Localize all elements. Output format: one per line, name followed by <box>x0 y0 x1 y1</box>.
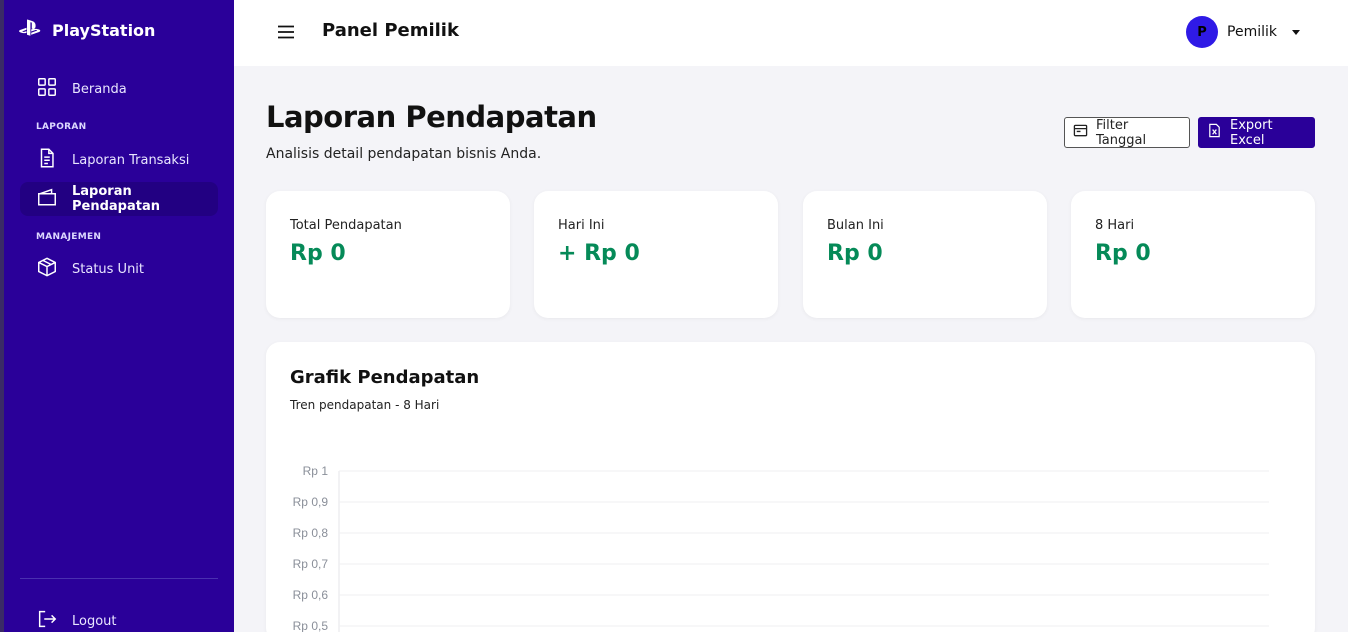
stat-card-month: Bulan Ini Rp 0 <box>803 191 1047 318</box>
sidebar-item-label: Beranda <box>72 81 127 97</box>
avatar: P <box>1186 16 1219 48</box>
sidebar-item-label: Laporan Pendapatan <box>72 184 160 214</box>
stat-value: + Rp 0 <box>558 241 640 266</box>
y-tick-label: Rp 1 <box>303 464 329 478</box>
y-tick-label: Rp 0,8 <box>293 526 329 540</box>
y-tick-label: Rp 0,6 <box>293 588 329 602</box>
caret-down-icon <box>1292 29 1300 35</box>
sidebar-item-laporan-pendapatan[interactable]: Laporan Pendapatan <box>20 182 218 216</box>
sidebar-item-beranda[interactable]: Beranda <box>20 72 218 106</box>
stat-card-today: Hari Ini + Rp 0 <box>534 191 778 318</box>
panel-title: Panel Pemilik <box>322 20 459 41</box>
topbar: Panel Pemilik P Pemilik <box>234 0 1348 66</box>
excel-file-icon <box>1207 123 1222 142</box>
stat-value: Rp 0 <box>290 241 346 266</box>
stat-label: 8 Hari <box>1095 218 1135 233</box>
user-menu[interactable]: P Pemilik <box>1186 16 1300 48</box>
sidebar-item-status-unit[interactable]: Status Unit <box>20 252 218 286</box>
box-icon <box>36 256 58 282</box>
page-subtitle: Analisis detail pendapatan bisnis Anda. <box>266 146 542 162</box>
y-tick-label: Rp 0,7 <box>293 557 329 571</box>
chart-card: Grafik Pendapatan Tren pendapatan - 8 Ha… <box>266 342 1315 632</box>
sidebar-item-label: Laporan Transaksi <box>72 152 190 168</box>
sidebar-item-label: Status Unit <box>72 261 145 277</box>
section-label-manajemen: MANAJEMEN <box>36 232 102 242</box>
document-icon <box>36 147 58 173</box>
logout-icon <box>36 608 58 632</box>
export-excel-label: Export Excel <box>1230 117 1273 148</box>
logout-button[interactable]: Logout <box>20 604 218 632</box>
sidebar: PlayStation Beranda LAPORAN Laporan Tran… <box>0 0 234 632</box>
playstation-logo-icon <box>18 16 42 44</box>
filter-date-label: Filter Tanggal <box>1096 117 1147 148</box>
page-title: Laporan Pendapatan <box>266 100 597 134</box>
filter-date-button[interactable]: Filter Tanggal <box>1064 117 1190 148</box>
stat-card-total: Total Pendapatan Rp 0 <box>266 191 510 318</box>
revenue-chart: Rp 1 Rp 0,9 Rp 0,8 Rp 0,7 Rp 0,6 Rp 0,5 <box>293 464 1269 632</box>
section-label-laporan: LAPORAN <box>36 122 87 132</box>
stat-label: Total Pendapatan <box>290 218 402 233</box>
wallet-icon <box>36 186 58 212</box>
grid-icon <box>36 76 58 102</box>
y-tick-label: Rp 0,9 <box>293 495 329 509</box>
sidebar-divider <box>20 578 218 579</box>
brand[interactable]: PlayStation <box>18 16 155 44</box>
brand-name: PlayStation <box>52 20 156 40</box>
user-name: Pemilik <box>1227 24 1277 40</box>
stat-value: Rp 0 <box>827 241 883 266</box>
stat-value: Rp 0 <box>1095 241 1151 266</box>
stat-label: Hari Ini <box>558 218 605 233</box>
hamburger-menu-icon[interactable] <box>276 22 296 42</box>
stat-card-8-days: 8 Hari Rp 0 <box>1071 191 1315 318</box>
sidebar-item-laporan-transaksi[interactable]: Laporan Transaksi <box>20 143 218 177</box>
export-excel-button[interactable]: Export Excel <box>1198 117 1315 148</box>
y-tick-label: Rp 0,5 <box>293 619 329 632</box>
stat-label: Bulan Ini <box>827 218 884 233</box>
logout-label: Logout <box>72 613 117 629</box>
calendar-icon <box>1073 123 1088 142</box>
